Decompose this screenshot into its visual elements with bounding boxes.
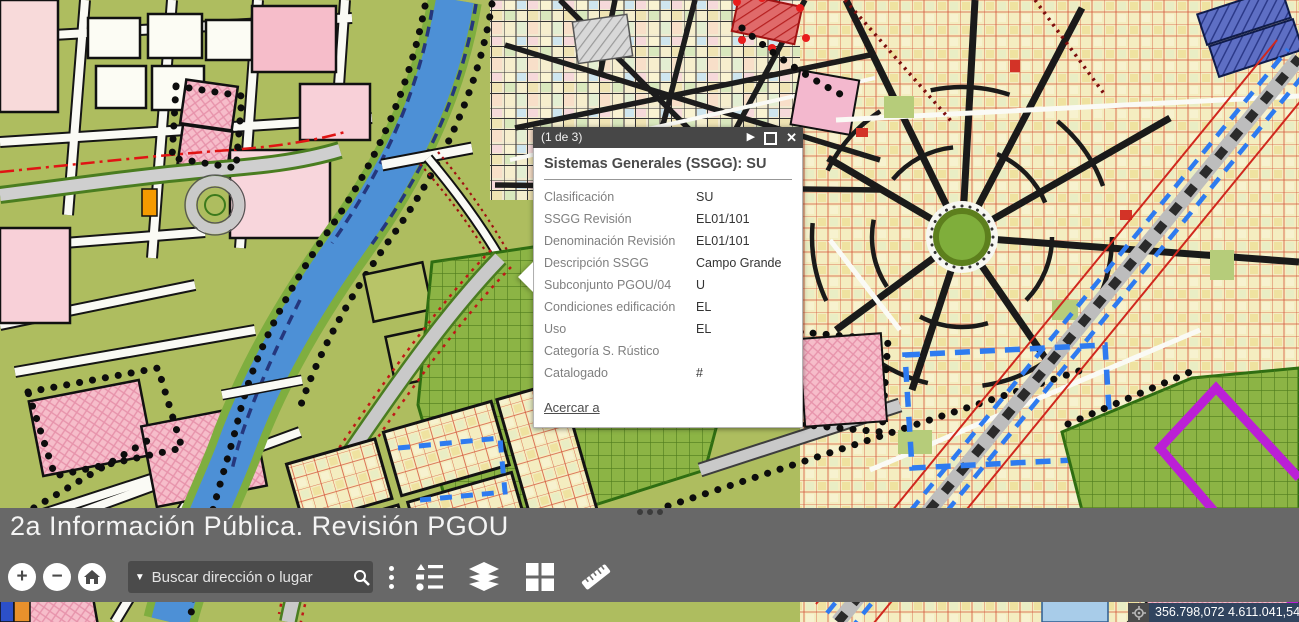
attr-value: # — [696, 362, 792, 384]
popup-title: Sistemas Generales (SSGG): SU — [544, 156, 792, 180]
bottom-panel: 2a Información Pública. Revisión PGOU + … — [0, 508, 1299, 602]
attr-value: U — [696, 274, 792, 296]
coordinates-widget: 356.798,072 4.611.041,54 — [1128, 603, 1299, 622]
popup-pointer — [518, 262, 533, 292]
attribute-row: Categoría S. Rústico — [544, 340, 792, 362]
ruler-icon — [580, 562, 612, 592]
chevron-down-icon[interactable]: ▼ — [128, 572, 152, 583]
attr-value: Campo Grande — [696, 252, 792, 274]
attr-value: EL — [696, 318, 792, 340]
attribute-row: Subconjunto PGOU/04 U — [544, 274, 792, 296]
attr-label: Uso — [544, 318, 696, 340]
attr-value: EL — [696, 296, 792, 318]
home-icon — [84, 570, 100, 585]
zoom-to-link[interactable]: Acercar a — [544, 400, 600, 415]
attribute-row: Condiciones edificación EL — [544, 296, 792, 318]
get-coordinates-button[interactable] — [1128, 603, 1149, 622]
attribute-row: Clasificación SU — [544, 186, 792, 208]
legend-button[interactable] — [414, 563, 444, 591]
popup-header: (1 de 3) ▶ ✕ — [533, 127, 803, 148]
crosshair-icon — [1132, 606, 1146, 620]
overflow-menu-button[interactable] — [385, 564, 398, 591]
attr-value — [696, 340, 792, 362]
attr-label: SSGG Revisión — [544, 208, 696, 230]
attr-label: Categoría S. Rústico — [544, 340, 696, 362]
panel-drag-handle[interactable] — [637, 508, 663, 515]
attr-label: Clasificación — [544, 186, 696, 208]
next-feature-icon[interactable]: ▶ — [747, 127, 755, 148]
basemap-grid-icon — [526, 563, 554, 591]
home-button[interactable] — [78, 563, 106, 591]
legend-icon — [414, 563, 444, 591]
attr-value: EL01/101 — [696, 208, 792, 230]
attr-value: SU — [696, 186, 792, 208]
attr-label: Condiciones edificación — [544, 296, 696, 318]
attr-label: Catalogado — [544, 362, 696, 384]
popup-body: Sistemas Generales (SSGG): SU Clasificac… — [533, 148, 803, 428]
map-toolbar: + − ▼ — [0, 561, 1299, 593]
measure-button[interactable] — [580, 562, 612, 592]
zoom-in-button[interactable]: + — [8, 563, 36, 591]
attr-label: Denominación Revisión — [544, 230, 696, 252]
coordinate-readout: 356.798,072 4.611.041,54 — [1149, 603, 1299, 622]
attribute-row: Descripción SSGG Campo Grande — [544, 252, 792, 274]
close-icon[interactable]: ✕ — [786, 127, 797, 148]
popup-pager: (1 de 3) — [541, 127, 738, 148]
layers-button[interactable] — [468, 562, 500, 592]
attr-label: Descripción SSGG — [544, 252, 696, 274]
zoom-out-button[interactable]: − — [43, 563, 71, 591]
search-input[interactable] — [152, 569, 351, 586]
app-window: (1 de 3) ▶ ✕ Sistemas Generales (SSGG): … — [0, 0, 1299, 622]
attribute-row: Denominación Revisión EL01/101 — [544, 230, 792, 252]
search-button[interactable] — [351, 569, 373, 586]
attribute-row: Uso EL — [544, 318, 792, 340]
attr-value: EL01/101 — [696, 230, 792, 252]
attribute-row: Catalogado # — [544, 362, 792, 384]
layers-icon — [468, 562, 500, 592]
attribute-table: Clasificación SU SSGG Revisión EL01/101 … — [544, 186, 792, 384]
attribute-row: SSGG Revisión EL01/101 — [544, 208, 792, 230]
basemap-gallery-button[interactable] — [526, 563, 554, 591]
attr-label: Subconjunto PGOU/04 — [544, 274, 696, 296]
feature-popup: (1 de 3) ▶ ✕ Sistemas Generales (SSGG): … — [533, 127, 803, 428]
maximize-icon[interactable] — [764, 132, 777, 145]
app-title: 2a Información Pública. Revisión PGOU — [10, 511, 509, 542]
search-bar: ▼ — [128, 561, 373, 593]
search-icon — [353, 569, 370, 586]
